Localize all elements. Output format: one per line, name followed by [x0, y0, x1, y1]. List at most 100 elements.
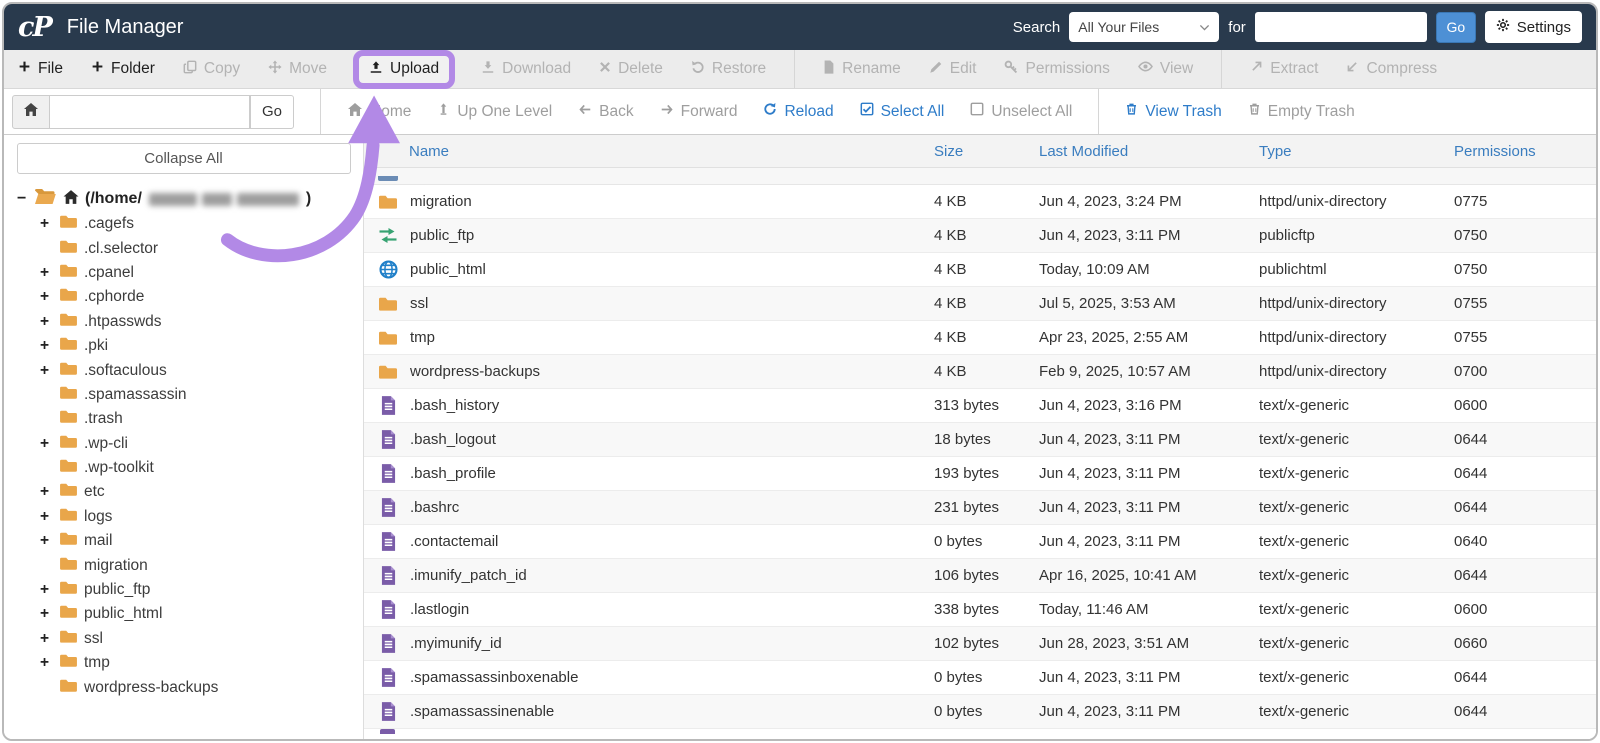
file-type-icon [378, 566, 398, 586]
column-header-name[interactable]: Name [364, 143, 934, 160]
tree-item[interactable]: + .cphorde [4, 285, 363, 309]
permissions-button[interactable]: Permissions [1004, 60, 1110, 79]
tree-expand-toggle[interactable]: + [40, 654, 53, 672]
tree-expand-toggle[interactable]: + [40, 337, 53, 355]
tree-item[interactable]: + ssl [4, 627, 363, 651]
file-permissions: 0775 [1454, 193, 1488, 210]
file-button[interactable]: File [18, 60, 63, 78]
file-type: text/x-generic [1259, 465, 1350, 482]
tree-expand-toggle[interactable]: + [40, 264, 53, 282]
column-header-permissions[interactable]: Permissions [1454, 143, 1596, 160]
file-last-modified: Apr 16, 2025, 10:41 AM [1039, 567, 1197, 584]
tree-item[interactable]: + .pki [4, 334, 363, 358]
table-row[interactable]: .spamassassinboxenable 0 bytes Jun 4, 20… [364, 661, 1596, 695]
table-row[interactable]: wordpress-backups 4 KB Feb 9, 2025, 10:5… [364, 355, 1596, 389]
tree-item[interactable]: + .cpanel [4, 261, 363, 285]
tree-item[interactable]: + logs [4, 505, 363, 529]
table-row[interactable]: ssl 4 KB Jul 5, 2025, 3:53 AM httpd/unix… [364, 287, 1596, 321]
collapse-all-button[interactable]: Collapse All [16, 143, 351, 174]
tree-item-label: public_ftp [84, 581, 151, 599]
tree-item[interactable]: + mail [4, 529, 363, 553]
table-row[interactable]: .lastlogin 338 bytes Today, 11:46 AM tex… [364, 593, 1596, 627]
table-row[interactable]: .bash_logout 18 bytes Jun 4, 2023, 3:11 … [364, 423, 1596, 457]
tree-collapse-toggle[interactable]: − [17, 190, 29, 208]
tree-root-home[interactable]: − (/home/ ) [4, 186, 363, 212]
tree-expand-toggle[interactable]: + [40, 435, 53, 453]
table-row[interactable]: .bash_history 313 bytes Jun 4, 2023, 3:1… [364, 389, 1596, 423]
file-name-cell: public_ftp [364, 226, 934, 246]
restore-button[interactable]: Restore [691, 60, 766, 79]
forward-button[interactable]: Forward [660, 103, 737, 121]
extract-button[interactable]: Extract [1250, 60, 1318, 78]
column-header-size[interactable]: Size [934, 143, 1039, 160]
column-header-type[interactable]: Type [1259, 143, 1454, 160]
tree-item[interactable]: + tmp [4, 651, 363, 675]
tree-expand-toggle[interactable]: + [40, 215, 53, 233]
up-one-level-button[interactable]: Up One Level [437, 102, 552, 121]
path-go-button[interactable]: Go [250, 94, 294, 129]
file-name: public_html [410, 261, 486, 278]
tree-item[interactable]: + public_html [4, 602, 363, 626]
tree-expand-toggle[interactable]: + [40, 581, 53, 599]
table-row[interactable]: .spamassassinenable 0 bytes Jun 4, 2023,… [364, 695, 1596, 729]
tree-expand-toggle[interactable]: + [40, 313, 53, 331]
tree-item[interactable]: migration [4, 553, 363, 577]
file-type-icon [378, 532, 398, 552]
tree-item[interactable]: .wp-toolkit [4, 456, 363, 480]
upload-button[interactable]: Upload [369, 60, 439, 79]
search-scope-select[interactable]: All Your Files [1069, 12, 1220, 42]
tree-item[interactable]: + .cagefs [4, 212, 363, 236]
table-row[interactable]: .bashrc 231 bytes Jun 4, 2023, 3:11 PM t… [364, 491, 1596, 525]
tree-expand-toggle[interactable]: + [40, 508, 53, 526]
view-trash-button[interactable]: View Trash [1125, 102, 1222, 121]
tree-expand-toggle[interactable]: + [40, 630, 53, 648]
view-button[interactable]: View [1137, 60, 1193, 78]
home-button[interactable]: Home [347, 102, 411, 122]
unselect-all-button[interactable]: Unselect All [970, 102, 1072, 121]
tree-item[interactable]: + .softaculous [4, 358, 363, 382]
delete-button[interactable]: Delete [599, 60, 663, 78]
move-button[interactable]: Move [268, 59, 327, 79]
tree-expand-toggle[interactable]: + [40, 362, 53, 380]
file-type: text/x-generic [1259, 567, 1350, 584]
compress-button[interactable]: Compress [1346, 60, 1437, 78]
tree-expand-toggle[interactable]: + [40, 532, 53, 550]
home-path-button[interactable] [12, 94, 50, 129]
tree-item[interactable]: wordpress-backups [4, 675, 363, 699]
home-icon [347, 102, 363, 122]
tree-expand-toggle[interactable]: + [40, 288, 53, 306]
table-row[interactable]: .imunify_patch_id 106 bytes Apr 16, 2025… [364, 559, 1596, 593]
table-row[interactable]: .bash_profile 193 bytes Jun 4, 2023, 3:1… [364, 457, 1596, 491]
trash-icon [1248, 102, 1261, 121]
column-header-last-modified[interactable]: Last Modified [1039, 143, 1259, 160]
rename-button[interactable]: Rename [823, 59, 901, 79]
tree-item[interactable]: + .wp-cli [4, 432, 363, 456]
tree-item[interactable]: + public_ftp [4, 578, 363, 602]
back-button[interactable]: Back [578, 103, 634, 121]
folder-button[interactable]: Folder [91, 60, 155, 78]
path-input[interactable] [50, 94, 250, 129]
file-type-icon [378, 226, 398, 246]
select-all-button[interactable]: Select All [860, 102, 944, 121]
download-button[interactable]: Download [481, 60, 571, 79]
tree-item[interactable]: + .htpasswds [4, 310, 363, 334]
edit-button[interactable]: Edit [929, 60, 976, 79]
settings-button[interactable]: Settings [1484, 11, 1582, 43]
table-row[interactable]: .myimunify_id 102 bytes Jun 28, 2023, 3:… [364, 627, 1596, 661]
search-input[interactable] [1254, 12, 1427, 42]
tree-item[interactable]: .trash [4, 407, 363, 431]
table-row[interactable]: migration 4 KB Jun 4, 2023, 3:24 PM http… [364, 185, 1596, 219]
table-row[interactable]: .contactemail 0 bytes Jun 4, 2023, 3:11 … [364, 525, 1596, 559]
empty-trash-button[interactable]: Empty Trash [1248, 102, 1355, 121]
copy-button[interactable]: Copy [183, 60, 240, 79]
table-row[interactable]: tmp 4 KB Apr 23, 2025, 2:55 AM httpd/uni… [364, 321, 1596, 355]
table-row[interactable]: public_html 4 KB Today, 10:09 AM publich… [364, 253, 1596, 287]
tree-expand-toggle[interactable]: + [40, 483, 53, 501]
table-row[interactable]: public_ftp 4 KB Jun 4, 2023, 3:11 PM pub… [364, 219, 1596, 253]
tree-item[interactable]: .spamassassin [4, 383, 363, 407]
tree-item[interactable]: + etc [4, 480, 363, 504]
tree-expand-toggle[interactable]: + [40, 605, 53, 623]
reload-button[interactable]: Reload [763, 102, 834, 121]
tree-item[interactable]: .cl.selector [4, 236, 363, 260]
search-go-button[interactable]: Go [1435, 11, 1476, 43]
